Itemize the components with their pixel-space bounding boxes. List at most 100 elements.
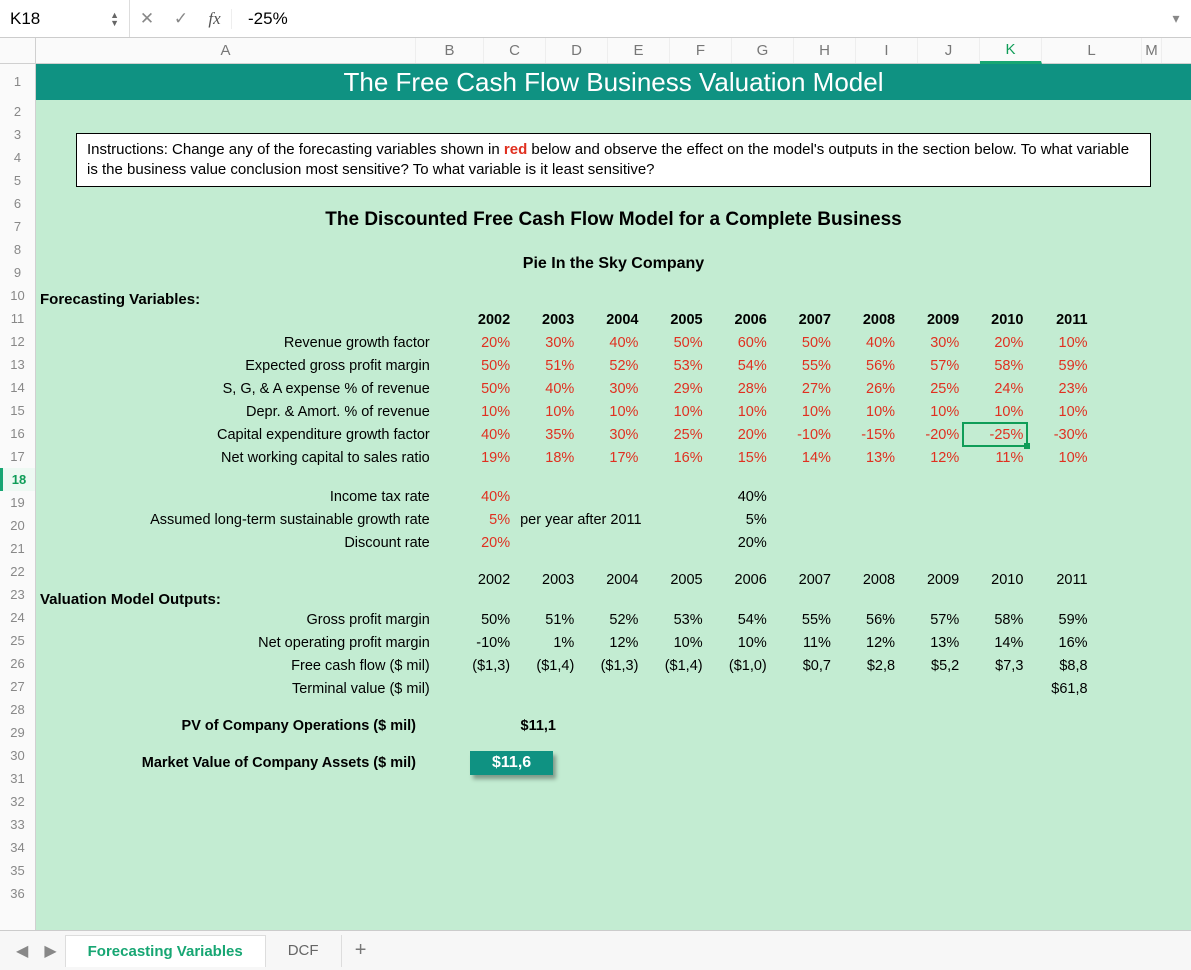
column-header-G[interactable]: G: [732, 38, 794, 63]
tab-nav-prev-icon[interactable]: ◀: [8, 941, 36, 961]
row-header-33[interactable]: 33: [0, 813, 35, 836]
sheet-content[interactable]: The Free Cash Flow Business Valuation Mo…: [36, 64, 1191, 930]
column-header-K[interactable]: K: [980, 38, 1042, 64]
fv-cell[interactable]: 10%: [963, 400, 1027, 423]
row-header-1[interactable]: 1: [0, 64, 35, 100]
row-header-27[interactable]: 27: [0, 675, 35, 698]
fv-cell[interactable]: 19%: [444, 446, 514, 469]
row-header-18[interactable]: 18: [0, 468, 35, 491]
column-header-E[interactable]: E: [608, 38, 670, 63]
fv-cell[interactable]: 29%: [642, 377, 706, 400]
fv-cell[interactable]: 23%: [1027, 377, 1091, 400]
fv-cell[interactable]: 26%: [835, 377, 899, 400]
fv-cell[interactable]: 11%: [963, 446, 1027, 469]
fx-icon[interactable]: fx: [198, 9, 232, 29]
row-header-13[interactable]: 13: [0, 353, 35, 376]
fv-cell[interactable]: 53%: [642, 354, 706, 377]
row-header-19[interactable]: 19: [0, 491, 35, 514]
expand-formula-bar-icon[interactable]: ▾: [1161, 10, 1191, 27]
row-header-8[interactable]: 8: [0, 238, 35, 261]
row-header-22[interactable]: 22: [0, 560, 35, 583]
row-header-36[interactable]: 36: [0, 882, 35, 905]
column-header-H[interactable]: H: [794, 38, 856, 63]
assumption-value[interactable]: 20%: [444, 531, 514, 554]
assumption-value[interactable]: 5%: [444, 508, 514, 531]
fv-cell[interactable]: 51%: [514, 354, 578, 377]
fv-cell[interactable]: 50%: [444, 377, 514, 400]
row-header-15[interactable]: 15: [0, 399, 35, 422]
row-header-35[interactable]: 35: [0, 859, 35, 882]
fv-cell[interactable]: 27%: [771, 377, 835, 400]
row-header-32[interactable]: 32: [0, 790, 35, 813]
fv-cell[interactable]: 18%: [514, 446, 578, 469]
fv-cell[interactable]: -30%: [1027, 423, 1091, 446]
namebox-spinner[interactable]: ▲▼: [110, 11, 119, 27]
row-header-11[interactable]: 11: [0, 307, 35, 330]
column-header-F[interactable]: F: [670, 38, 732, 63]
row-header-17[interactable]: 17: [0, 445, 35, 468]
column-header-B[interactable]: B: [416, 38, 484, 63]
row-header-26[interactable]: 26: [0, 652, 35, 675]
add-sheet-button[interactable]: +: [342, 939, 380, 962]
fv-cell[interactable]: 56%: [835, 354, 899, 377]
tab-dcf[interactable]: DCF: [266, 935, 342, 967]
fv-cell[interactable]: 10%: [899, 400, 963, 423]
cancel-icon[interactable]: ✕: [130, 9, 164, 29]
column-header-C[interactable]: C: [484, 38, 546, 63]
fv-cell[interactable]: 40%: [514, 377, 578, 400]
fv-cell[interactable]: 30%: [578, 377, 642, 400]
row-header-5[interactable]: 5: [0, 169, 35, 192]
fv-cell[interactable]: 20%: [707, 423, 771, 446]
fv-cell[interactable]: 10%: [835, 400, 899, 423]
row-header-7[interactable]: 7: [0, 215, 35, 238]
fv-cell[interactable]: 50%: [642, 331, 706, 354]
fv-cell[interactable]: 20%: [444, 331, 514, 354]
fv-cell[interactable]: 25%: [642, 423, 706, 446]
row-header-24[interactable]: 24: [0, 606, 35, 629]
row-header-30[interactable]: 30: [0, 744, 35, 767]
fv-cell[interactable]: 30%: [899, 331, 963, 354]
fv-cell[interactable]: 24%: [963, 377, 1027, 400]
row-header-34[interactable]: 34: [0, 836, 35, 859]
fv-cell[interactable]: 58%: [963, 354, 1027, 377]
column-header-M[interactable]: M: [1142, 38, 1162, 63]
fv-cell[interactable]: 10%: [1027, 446, 1091, 469]
column-header-A[interactable]: A: [36, 38, 416, 63]
fv-cell[interactable]: -25%: [963, 423, 1027, 446]
fv-cell[interactable]: 10%: [514, 400, 578, 423]
fv-cell[interactable]: 40%: [578, 331, 642, 354]
fv-cell[interactable]: 10%: [1027, 400, 1091, 423]
row-header-6[interactable]: 6: [0, 192, 35, 215]
row-header-29[interactable]: 29: [0, 721, 35, 744]
row-header-28[interactable]: 28: [0, 698, 35, 721]
fv-cell[interactable]: 40%: [835, 331, 899, 354]
accept-icon[interactable]: ✓: [164, 9, 198, 29]
fv-cell[interactable]: 20%: [963, 331, 1027, 354]
column-header-L[interactable]: L: [1042, 38, 1142, 63]
assumption-value[interactable]: 40%: [444, 485, 514, 508]
column-header-J[interactable]: J: [918, 38, 980, 63]
fv-cell[interactable]: 12%: [899, 446, 963, 469]
fv-cell[interactable]: 10%: [642, 400, 706, 423]
fv-cell[interactable]: 16%: [642, 446, 706, 469]
fv-cell[interactable]: 10%: [578, 400, 642, 423]
row-header-2[interactable]: 2: [0, 100, 35, 123]
tab-nav-next-icon[interactable]: ▶: [36, 941, 64, 961]
fv-cell[interactable]: 10%: [444, 400, 514, 423]
fv-cell[interactable]: 30%: [514, 331, 578, 354]
column-header-I[interactable]: I: [856, 38, 918, 63]
row-header-4[interactable]: 4: [0, 146, 35, 169]
row-header-12[interactable]: 12: [0, 330, 35, 353]
fv-cell[interactable]: 52%: [578, 354, 642, 377]
fv-cell[interactable]: 50%: [771, 331, 835, 354]
fv-cell[interactable]: 30%: [578, 423, 642, 446]
fv-cell[interactable]: 59%: [1027, 354, 1091, 377]
column-header-D[interactable]: D: [546, 38, 608, 63]
row-header-14[interactable]: 14: [0, 376, 35, 399]
fv-cell[interactable]: 54%: [707, 354, 771, 377]
formula-input[interactable]: -25%: [242, 9, 1161, 29]
fv-cell[interactable]: -10%: [771, 423, 835, 446]
fv-cell[interactable]: -15%: [835, 423, 899, 446]
row-header-3[interactable]: 3: [0, 123, 35, 146]
fv-cell[interactable]: 25%: [899, 377, 963, 400]
